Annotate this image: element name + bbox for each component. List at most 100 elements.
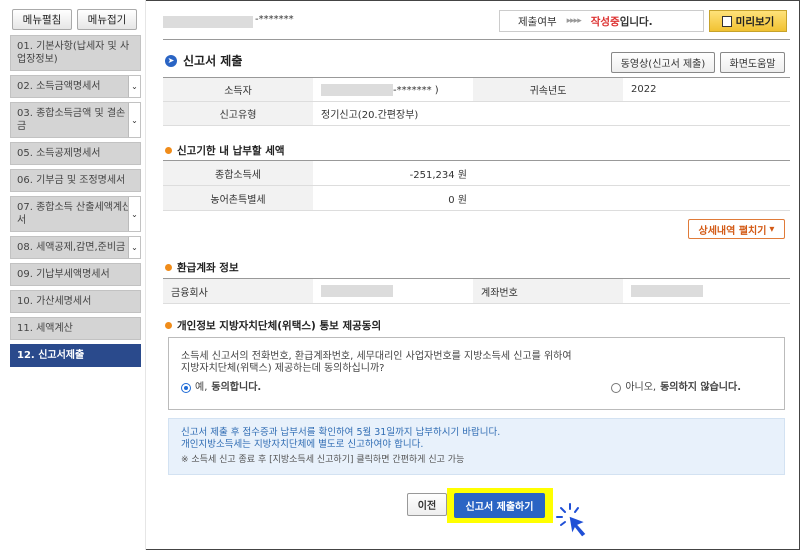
consent-options: 예, 동의합니다. 아니오, 동의하지 않습니다. [181,382,771,394]
sidebar-item-label: 09. 기납부세액명세서 [17,269,110,280]
notice-line1: 신고서 제출 후 접수증과 납부서를 확인하여 5월 31일까지 납부하시기 바… [181,427,501,438]
notice-line3: ※ 소득세 신고 종료 후 [지방소득세 신고하기] 클릭하면 간편하게 신고 … [181,455,465,465]
sidebar-item-label: 08. 세액공제,감면,준비금 [17,242,126,253]
sidebar-item-label: 02. 소득금액명세서 [17,81,101,92]
tax-due-heading: 신고기한 내 납부할 세액 [165,143,285,158]
sidebar-item-income-statement[interactable]: 02. 소득금액명세서 ⌄ [10,75,141,98]
bank-value [313,278,473,304]
masked-value [321,83,393,96]
taxpayer-value: -******* ) [313,77,473,102]
consent-yes-prefix: 예, [195,382,208,393]
sidebar: 메뉴펼침 메뉴접기 01. 기본사항(납세자 및 사업장정보) 02. 소득금액… [0,0,145,550]
bank-label: 금융회사 [163,278,313,304]
masked-value [321,285,393,297]
progress-arrows-icon: ▸▸▸▸ [566,16,582,26]
menu-expand-button[interactable]: 메뉴펼침 [12,9,72,30]
refund-account-table: 금융회사 계좌번호 [163,278,790,304]
notice-box: 신고서 제출 후 접수증과 납부서를 확인하여 5월 31일까지 납부하시기 바… [168,418,785,475]
top-bar: -******* 제출여부 ▸▸▸▸ 작성중입니다. 미리보기 [163,10,790,34]
sidebar-item-label: 05. 소득공제명세서 [17,148,101,159]
year-value: 2022 [623,77,790,102]
refund-heading-text: 환급계좌 정보 [177,262,239,274]
pointer-cursor-icon [556,503,587,538]
tax-due-table: 종합소득세 -251,234 원 농어촌특별세 0 원 [163,160,790,211]
preview-label: 미리보기 [735,15,775,28]
sidebar-item-label: 01. 기본사항(납세자 및 사업장정보) [17,41,130,65]
masked-id-suffix: -******* [255,14,294,25]
prev-button[interactable]: 이전 [407,493,447,516]
bullet-icon [165,264,172,271]
radio-unselected-icon[interactable] [611,383,622,393]
status-text: 작성중입니다. [591,14,653,29]
triangle-down-icon: ▾ [769,223,775,235]
sidebar-menu: 01. 기본사항(납세자 및 사업장정보) 02. 소득금액명세서 ⌄ 03. 종… [10,35,141,371]
sidebar-item-label: 07. 종합소득 산출세액계산서 [17,202,132,226]
notice-line2: 개인지방소득세는 지방자치단체에 별도로 신고하여야 합니다. [181,439,424,450]
consent-yes-label: 동의합니다. [211,382,262,393]
tax-due-heading-text: 신고기한 내 납부할 세액 [177,145,285,157]
report-type-value: 정기신고(20.간편장부) [313,101,790,126]
sidebar-item-label: 10. 가산세명세서 [17,296,92,307]
sidebar-item-penalty[interactable]: 10. 가산세명세서 [10,290,141,313]
chevron-down-icon[interactable]: ⌄ [128,197,140,231]
sidebar-item-prepaid-tax[interactable]: 09. 기납부세액명세서 [10,263,141,286]
status-value: 작성중 [590,15,620,28]
consent-heading-text: 개인정보 지방자치단체(위택스) 통보 제공동의 [177,320,382,332]
masked-value [631,285,703,297]
chevron-down-icon[interactable]: ⌄ [128,103,140,137]
consent-text-line1: 소득세 신고서의 전화번호, 환급계좌번호, 세무대리인 사업자번호를 지방소득… [181,351,572,362]
expand-details-label: 상세내역 펼치기 [698,225,767,237]
sidebar-item-total-income[interactable]: 03. 종합소득금액 및 결손금 ⌄ [10,102,141,138]
bullet-icon [165,147,172,154]
income-tax-value: -251,234 원 [313,160,473,186]
menu-toggle-group: 메뉴펼침 메뉴접기 [12,9,137,30]
consent-no-prefix: 아니오, [625,382,657,393]
sidebar-divider [145,0,146,550]
status-suffix: 입니다. [619,15,653,28]
year-label: 귀속년도 [473,77,623,102]
submission-status: 제출여부 ▸▸▸▸ 작성중입니다. [499,10,704,32]
sidebar-item-label: 06. 기부금 및 조정명세서 [17,175,126,186]
page-title-text: 신고서 제출 [183,54,243,68]
status-label: 제출여부 [518,15,557,28]
income-tax-label: 종합소득세 [163,160,313,186]
chevron-down-icon[interactable]: ⌄ [128,237,140,258]
consent-yes-radio[interactable]: 예, 동의합니다. [181,382,261,394]
taxpayer-id-suffix: -******* ) [393,84,439,96]
page-title: ➤ 신고서 제출 [165,52,242,69]
chevron-down-icon[interactable]: ⌄ [128,76,140,97]
sidebar-item-tax-credit[interactable]: 08. 세액공제,감면,준비금 ⌄ [10,236,141,259]
bullet-icon [165,322,172,329]
masked-taxpayer-name [163,16,253,28]
consent-no-label: 동의하지 않습니다. [660,382,741,393]
taxpayer-info-table: 소득자 -******* ) 귀속년도 2022 신고유형 정기신고(20.간편… [163,77,790,126]
sidebar-item-tax-calc-statement[interactable]: 07. 종합소득 산출세액계산서 ⌄ [10,196,141,232]
menu-collapse-button[interactable]: 메뉴접기 [77,9,137,30]
video-guide-button[interactable]: 동영상(신고서 제출) [611,52,715,73]
expand-details-button[interactable]: 상세내역 펼치기 ▾ [688,219,785,239]
sidebar-item-basic-info[interactable]: 01. 기본사항(납세자 및 사업장정보) [10,35,141,71]
consent-box: 소득세 신고서의 전화번호, 환급계좌번호, 세무대리인 사업자번호를 지방소득… [168,337,785,410]
sidebar-item-label: 12. 신고서제출 [17,350,85,361]
radio-selected-icon[interactable] [181,383,191,393]
consent-no-radio[interactable]: 아니오, 동의하지 않습니다. [611,382,741,394]
header-divider [163,39,790,40]
taxpayer-label: 소득자 [163,77,313,102]
sidebar-item-deduction[interactable]: 05. 소득공제명세서 [10,142,141,165]
rural-tax-value: 0 원 [313,185,473,211]
consent-heading: 개인정보 지방자치단체(위택스) 통보 제공동의 [165,318,381,333]
arrow-right-circle-icon: ➤ [165,54,177,67]
sidebar-item-tax-calculation[interactable]: 11. 세액계산 [10,317,141,340]
account-value [623,278,790,304]
preview-button[interactable]: 미리보기 [709,10,787,32]
sidebar-item-submit[interactable]: 12. 신고서제출 [10,344,141,367]
sidebar-item-label: 11. 세액계산 [17,323,73,334]
document-icon [721,15,732,27]
consent-text-line2: 지방자치단체(위택스) 제공하는데 동의하십니까? [181,363,385,374]
screen-help-button[interactable]: 화면도움말 [720,52,785,73]
rural-tax-label: 농어촌특별세 [163,185,313,211]
submit-return-button[interactable]: 신고서 제출하기 [454,493,545,518]
refund-heading: 환급계좌 정보 [165,260,239,275]
account-label: 계좌번호 [473,278,623,304]
sidebar-item-donation[interactable]: 06. 기부금 및 조정명세서 [10,169,141,192]
